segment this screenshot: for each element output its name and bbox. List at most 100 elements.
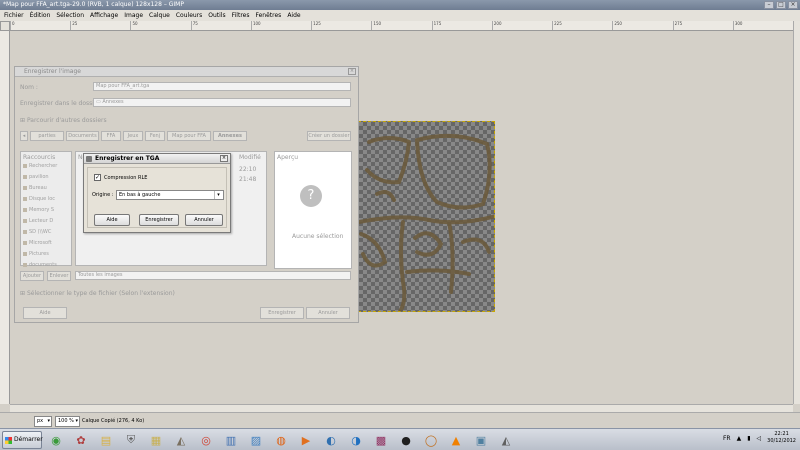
photo-icon[interactable]: ▣ [471, 431, 491, 449]
close-icon[interactable]: × [788, 1, 798, 9]
taskbar: Démarrer ◉ ✿ ▤ ⛨ ▦ ◭ ◎ ▥ ▨ ◍ ▶ ◐ ◑ ▩ ● ◯ ▲ ▣ ◭ FR ▲ ▮ ◁ 22… [0, 428, 800, 450]
path-button-4[interactable]: Fenj [145, 131, 165, 141]
maximize-icon[interactable]: □ [776, 1, 786, 9]
minimize-icon[interactable]: – [764, 1, 774, 9]
places-spacer [21, 152, 71, 161]
place-item[interactable]: Bureau [21, 183, 71, 194]
save-dialog-titlebar: Enregistrer l'image × [15, 67, 358, 77]
save-dialog-close-icon[interactable]: × [348, 68, 356, 75]
rle-checkbox[interactable]: ✓ [94, 174, 101, 181]
ruler-label: 250 [612, 21, 672, 30]
no-selection-text: Aucune sélection [292, 233, 344, 240]
panda-icon[interactable]: ● [396, 431, 416, 449]
taskbar-apps: ◉ ✿ ▤ ⛨ ▦ ◭ ◎ ▥ ▨ ◍ ▶ ◐ ◑ ▩ ● ◯ ▲ ▣ ◭ [46, 431, 516, 449]
place-item[interactable]: Disque loc [21, 194, 71, 205]
skype-icon[interactable]: ◑ [346, 431, 366, 449]
horizontal-scrollbar[interactable] [10, 404, 793, 412]
path-button-6[interactable]: Annexes [213, 131, 247, 141]
path-button-0[interactable]: parties [30, 131, 64, 141]
folder-select[interactable]: ▭ Annexes [93, 98, 351, 107]
menu-item-0[interactable]: Fichier [4, 10, 24, 21]
folder-icon[interactable]: ▤ [96, 431, 116, 449]
place-item[interactable]: Memory S [21, 205, 71, 216]
filter-select[interactable]: Toutes les images [75, 271, 351, 280]
path-back-button[interactable]: ◂ [20, 131, 28, 141]
ruler-label: 275 [672, 21, 733, 30]
place-item[interactable]: documents [21, 260, 71, 271]
clock[interactable]: 22:21 30/12/2012 [767, 431, 796, 445]
origin-label: Origine : [92, 192, 114, 198]
filename-input[interactable]: Map pour FFA_art.tga [93, 82, 351, 91]
gimp-icon[interactable]: ◭ [171, 431, 191, 449]
menu-item-4[interactable]: Image [124, 10, 143, 21]
menu-item-10[interactable]: Aide [287, 10, 300, 21]
language-indicator[interactable]: FR [723, 435, 731, 442]
calculator-icon[interactable]: ▥ [221, 431, 241, 449]
place-item[interactable]: Microsoft [21, 238, 71, 249]
tga-save-button[interactable]: Enregistrer [139, 214, 179, 226]
place-item[interactable]: pavilion [21, 172, 71, 183]
winrar-icon[interactable]: ▩ [371, 431, 391, 449]
ruler-label: 175 [431, 21, 492, 30]
gimp-active-icon[interactable]: ◭ [496, 431, 516, 449]
file-modified-header[interactable]: Modifié [239, 154, 261, 161]
zoom-select[interactable]: 100 % [55, 416, 80, 427]
vlc-icon[interactable]: ▲ [446, 431, 466, 449]
save-dialog-cancel-button[interactable]: Annuler [306, 307, 350, 319]
menu-item-2[interactable]: Sélection [56, 10, 84, 21]
menu-item-8[interactable]: Filtres [232, 10, 250, 21]
save-dialog-save-button[interactable]: Enregistrer [260, 307, 304, 319]
path-button-5[interactable]: Map pour FFA [167, 131, 211, 141]
rle-label[interactable]: Compression RLE [104, 175, 147, 181]
chrome-icon[interactable]: ◉ [46, 431, 66, 449]
create-folder-button[interactable]: Créer un dossier [307, 131, 351, 141]
firefox-icon[interactable]: ◍ [271, 431, 291, 449]
place-item[interactable]: Rechercher [21, 161, 71, 172]
menu-item-9[interactable]: Fenêtres [255, 10, 281, 21]
thunderbird-icon[interactable]: ◐ [321, 431, 341, 449]
ruler-label: 200 [491, 21, 552, 30]
ruler-corner[interactable] [0, 21, 10, 31]
menu-item-6[interactable]: Couleurs [176, 10, 202, 21]
notes-icon[interactable]: ▦ [146, 431, 166, 449]
path-button-2[interactable]: FFA [101, 131, 121, 141]
browser-icon[interactable]: ◎ [196, 431, 216, 449]
menu-item-1[interactable]: Édition [30, 10, 51, 21]
network-icon[interactable]: ▮ [747, 435, 750, 442]
save-dialog-help-button[interactable]: Aide [23, 307, 67, 319]
volume-icon[interactable]: ◁ [757, 435, 762, 442]
remove-bookmark-button[interactable]: Enlever [47, 271, 71, 281]
disc-icon[interactable]: ◯ [421, 431, 441, 449]
menu-item-3[interactable]: Affichage [90, 10, 118, 21]
media-icon[interactable]: ▶ [296, 431, 316, 449]
ruler-label: 125 [311, 21, 371, 30]
ruler-label: 300 [732, 21, 793, 30]
origin-select[interactable]: En bas à gauche [116, 190, 224, 200]
tray-arrow-icon[interactable]: ▲ [737, 435, 742, 442]
window-titlebar: *Map pour FFA_art.tga-29.0 (RVB, 1 calqu… [0, 0, 800, 10]
browse-label: Parcourir d'autres dossiers [26, 117, 107, 124]
place-item[interactable]: SD (\\WC [21, 227, 71, 238]
ruler-label: 0 [10, 21, 70, 30]
start-button[interactable]: Démarrer [2, 431, 43, 449]
add-bookmark-button[interactable]: Ajouter [20, 271, 44, 281]
path-button-1[interactable]: Documents [66, 131, 99, 141]
place-item[interactable]: Lecteur D [21, 216, 71, 227]
tga-close-icon[interactable]: × [220, 155, 228, 162]
shield-icon[interactable]: ⛨ [121, 431, 141, 449]
browse-expander[interactable]: ⊞ Parcourir d'autres dossiers [20, 117, 107, 124]
vertical-scrollbar[interactable] [793, 21, 800, 404]
tga-help-button[interactable]: Aide [94, 214, 130, 226]
file-type-expander[interactable]: ⊞ Sélectionner le type de fichier (Selon… [20, 290, 175, 297]
tga-cancel-button[interactable]: Annuler [185, 214, 223, 226]
path-button-3[interactable]: Jeux [123, 131, 143, 141]
image-canvas[interactable] [358, 121, 495, 312]
image-icon[interactable]: ▨ [246, 431, 266, 449]
paint-icon[interactable]: ✿ [71, 431, 91, 449]
menu-item-7[interactable]: Outils [208, 10, 225, 21]
menu-item-5[interactable]: Calque [149, 10, 170, 21]
unit-select[interactable]: px [34, 416, 52, 427]
place-item[interactable]: Pictures [21, 249, 71, 260]
question-icon: ? [300, 185, 322, 207]
menu-bar: Fichier Édition Sélection Affichage Image Cal… [0, 10, 800, 21]
